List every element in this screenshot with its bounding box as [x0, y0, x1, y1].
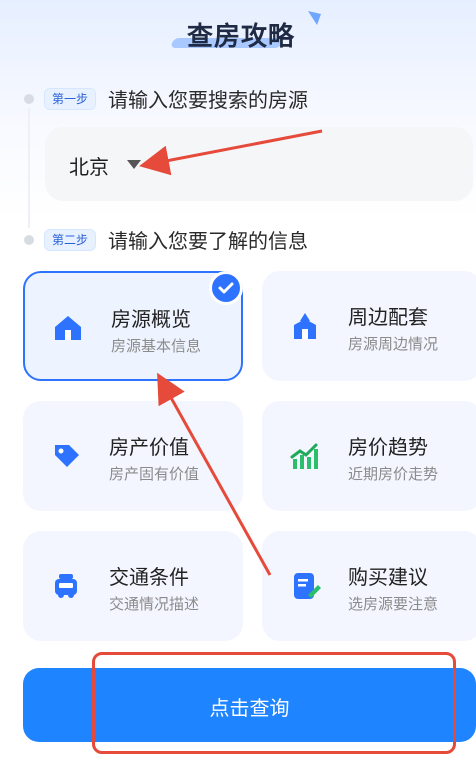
card-title: 房价趋势 [348, 435, 428, 459]
card-title: 房产价值 [109, 435, 189, 459]
card-title: 周边配套 [348, 305, 428, 329]
tag-icon [55, 445, 79, 467]
step-2: 第二步 请输入您要了解的信息 [24, 225, 308, 254]
card-property-value[interactable]: 房产价值 房产固有价值 [23, 401, 243, 511]
card-price-trend[interactable]: 房价趋势 近期房价走势 [262, 401, 476, 511]
sparkle-icon [308, 11, 321, 25]
annotation-box [92, 652, 456, 754]
card-subtitle: 近期房价走势 [348, 465, 439, 483]
card-title: 购买建议 [348, 565, 428, 589]
card-subtitle: 房源基本信息 [111, 337, 202, 355]
step-2-text: 请输入您要了解的信息 [108, 229, 309, 253]
card-subtitle: 房产固有价值 [109, 465, 200, 483]
card-transport[interactable]: 交通条件 交通情况描述 [23, 531, 243, 641]
step-1: 第一步 请输入您要搜索的房源 [24, 84, 308, 113]
house-icon [55, 316, 81, 340]
card-title: 房源概览 [111, 307, 191, 331]
card-subtitle: 交通情况描述 [109, 595, 200, 613]
page-title: 查房攻略 [187, 22, 296, 52]
card-property-overview[interactable]: 房源概览 房源基本信息 [23, 271, 243, 381]
note-edit-icon [294, 573, 321, 599]
header: 查房攻略 [0, 0, 476, 70]
step-1-dot [24, 93, 34, 104]
card-subtitle: 选房源要注意 [348, 595, 439, 613]
card-purchase-advice[interactable]: 购买建议 选房源要注意 [262, 531, 476, 641]
location-select[interactable]: 北京 [45, 127, 473, 201]
trend-chart-icon [290, 443, 318, 469]
steps-connector [28, 108, 30, 228]
checkmark-icon [209, 271, 243, 305]
card-title: 交通条件 [109, 565, 189, 589]
step-1-badge: 第一步 [44, 87, 97, 110]
card-subtitle: 房源周边情况 [348, 335, 439, 353]
building-icon [294, 313, 316, 339]
location-value: 北京 [69, 155, 109, 179]
card-surroundings[interactable]: 周边配套 房源周边情况 [262, 271, 476, 381]
step-1-text: 请输入您要搜索的房源 [108, 88, 309, 112]
taxi-icon [55, 574, 77, 598]
step-2-badge: 第二步 [44, 228, 97, 251]
caret-down-icon [127, 160, 141, 169]
step-2-dot [24, 234, 34, 245]
